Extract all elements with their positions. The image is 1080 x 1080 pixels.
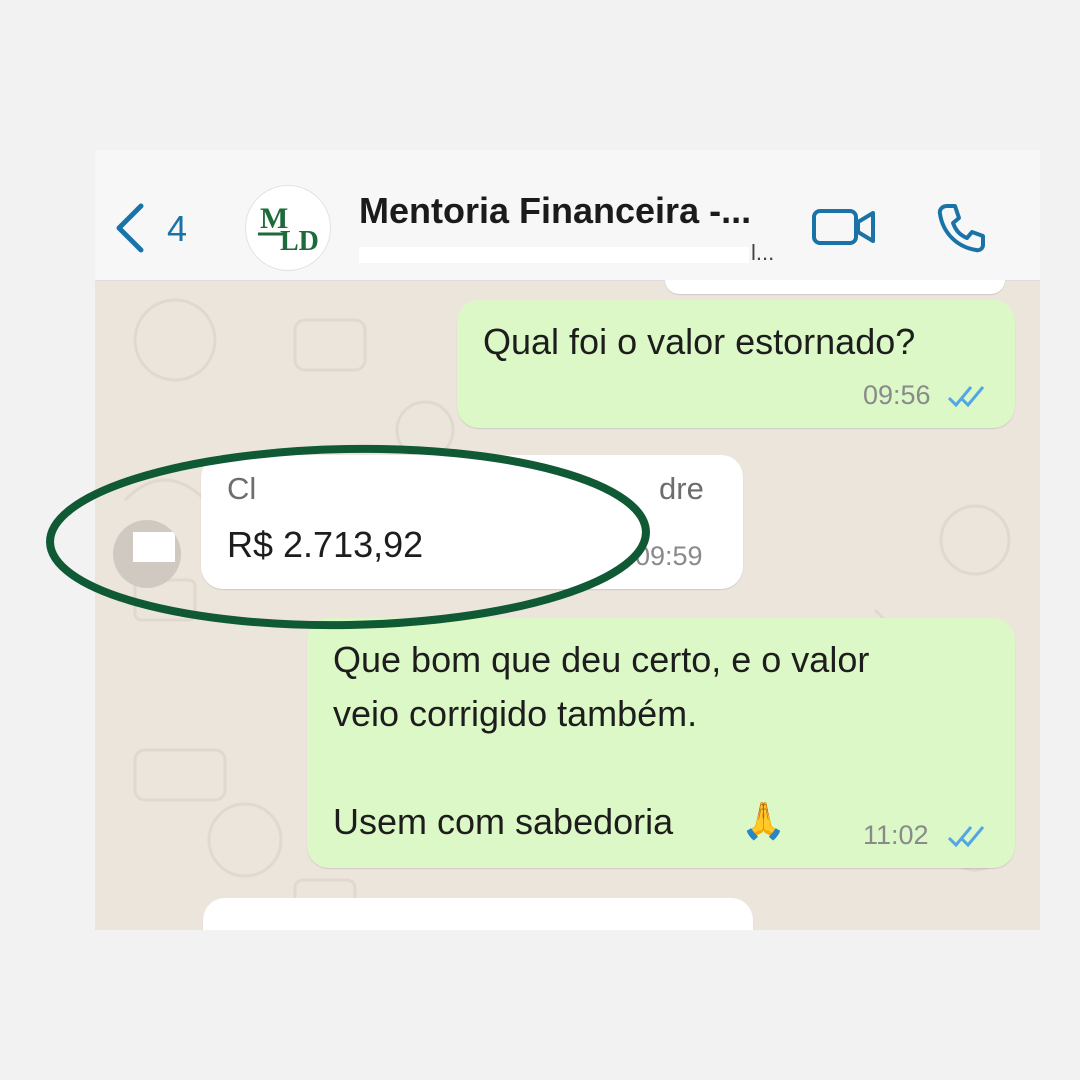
video-call-icon[interactable] [811, 206, 877, 248]
message-text: R$ 2.713,92 [227, 524, 424, 565]
read-receipt-icon [947, 386, 985, 408]
phone-call-icon[interactable] [933, 200, 989, 256]
sender-name-start: Cl [227, 471, 257, 506]
group-avatar[interactable]: M LD [245, 185, 331, 271]
previous-message-edge [665, 280, 1005, 294]
message-time: 09:59 [635, 541, 703, 571]
read-receipt-icon [947, 826, 985, 848]
message-text-line: veio corrigido também. [333, 693, 698, 734]
message-bubble-outgoing[interactable]: Que bom que deu certo, e o valor veio co… [307, 618, 1015, 868]
chat-title[interactable]: Mentoria Financeira -... [359, 190, 809, 232]
message-bubble-outgoing[interactable]: Qual foi o valor estornado? 09:56 [457, 300, 1015, 428]
mld-logo: M LD [258, 202, 319, 257]
praying-hands-emoji: 🙏 [741, 801, 786, 842]
sender-avatar[interactable] [113, 520, 181, 588]
next-message-bubble [203, 898, 753, 930]
unread-count[interactable]: 4 [167, 208, 187, 250]
message-time: 11:02 [863, 820, 929, 850]
message-text: Qual foi o valor estornado? [483, 321, 916, 362]
message-time: 09:56 [863, 380, 931, 410]
chat-subtitle: l... [751, 240, 775, 265]
chevron-left-icon[interactable] [113, 202, 149, 254]
chat-header: 4 M LD Mentoria Financeira -... l... [95, 150, 1040, 281]
sender-name-end: dre [659, 471, 704, 506]
message-text-line: Que bom que deu certo, e o valor [333, 639, 870, 680]
chat-screen: 4 M LD Mentoria Financeira -... l... Qua… [95, 150, 1040, 930]
subtitle-redaction [359, 247, 749, 263]
message-text-line: Usem com sabedoria [333, 801, 674, 842]
avatar-redaction [133, 532, 175, 562]
svg-text:LD: LD [280, 226, 319, 257]
message-bubble-incoming[interactable]: Cl dre R$ 2.713,92 09:59 [201, 455, 743, 589]
